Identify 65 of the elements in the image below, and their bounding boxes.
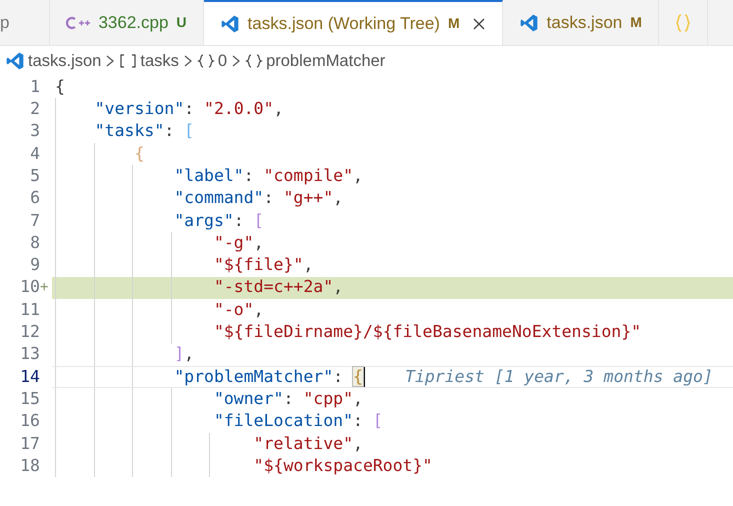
chevron-right-icon [231,54,242,68]
line-number: 18 [20,454,40,477]
git-status-letter: M [448,14,460,33]
editor-tab[interactable]: tasks.json M [502,0,659,45]
json-braces-icon [674,12,691,32]
cpp-file-icon [66,16,90,30]
line-number: 3 [30,120,40,142]
breadcrumb-item[interactable]: tasks.json [28,48,102,74]
chevron-right-icon [105,54,116,68]
chevron-right-icon [182,54,193,68]
breadcrumb-item[interactable]: problemMatcher [266,48,386,74]
text-cursor [362,367,365,387]
object-braces-icon [196,53,215,69]
line-number: 1 [30,76,40,98]
editor-tab[interactable]: tasks.json (Working Tree) M [204,0,503,45]
git-status-letter: M [630,13,642,32]
editor-tab[interactable]: p [0,0,50,45]
code-editor-logo-icon [5,51,25,71]
object-braces-icon [245,53,264,69]
tab-title: tasks.json (Working Tree) [248,12,440,35]
line-number: 15 [20,388,40,410]
code-editor-logo-icon [518,12,539,32]
git-status-letter: U [176,13,187,32]
code-editor-logo-icon [220,14,240,34]
line-number: 10 [20,276,40,298]
code-line: "${file}", [214,254,314,276]
code-line: "tasks": [ [94,120,194,142]
close-icon[interactable] [472,16,486,30]
line-number: 11 [20,298,40,321]
code-line: "owner": "cpp", [214,388,363,410]
line-number: 5 [30,164,40,187]
code-line: "problemMatcher": { [174,366,363,388]
code-line: ], [174,343,194,366]
code-line: "-std=c++2a", [214,276,344,298]
line-number: 17 [20,432,40,455]
tab-title: tasks.json [546,12,622,34]
array-icon [119,53,138,69]
line-number: 2 [30,98,40,120]
code-line: "command": "g++", [174,187,344,210]
line-number: 6 [30,187,40,210]
added-line-marker: + [40,278,50,298]
git-blame-annotation: Tipriest [1 year, 3 months ago] [404,366,713,388]
tab-title: p [0,12,10,34]
code-line: "-o", [214,298,264,321]
code-line: { [134,142,144,165]
code-line: { [55,76,65,98]
code-line: "version": "2.0.0", [94,98,284,120]
breadcrumb-item[interactable]: 0 [218,48,228,74]
code-line: "${workspaceRoot}" [254,454,432,477]
tab-title: 3362.cpp [98,12,168,34]
code-line: "args": [ [174,210,264,232]
line-number: 16 [20,410,40,432]
breadcrumb-item[interactable]: tasks [140,48,179,74]
code-line: "fileLocation": [ [214,410,383,432]
line-number: 13 [20,343,40,366]
code-line: "label": "compile", [174,164,363,187]
code-line: "relative", [254,432,363,455]
line-number: 12 [20,321,40,344]
line-number: 14 [20,366,40,388]
line-number: 7 [30,210,40,232]
line-number: 9 [30,254,40,276]
line-number: 8 [30,232,40,254]
line-number: 4 [30,142,40,165]
code-line: "-g", [214,232,264,254]
code-line: "${fileDirname}/${fileBasenameNoExtension}" [214,321,642,344]
